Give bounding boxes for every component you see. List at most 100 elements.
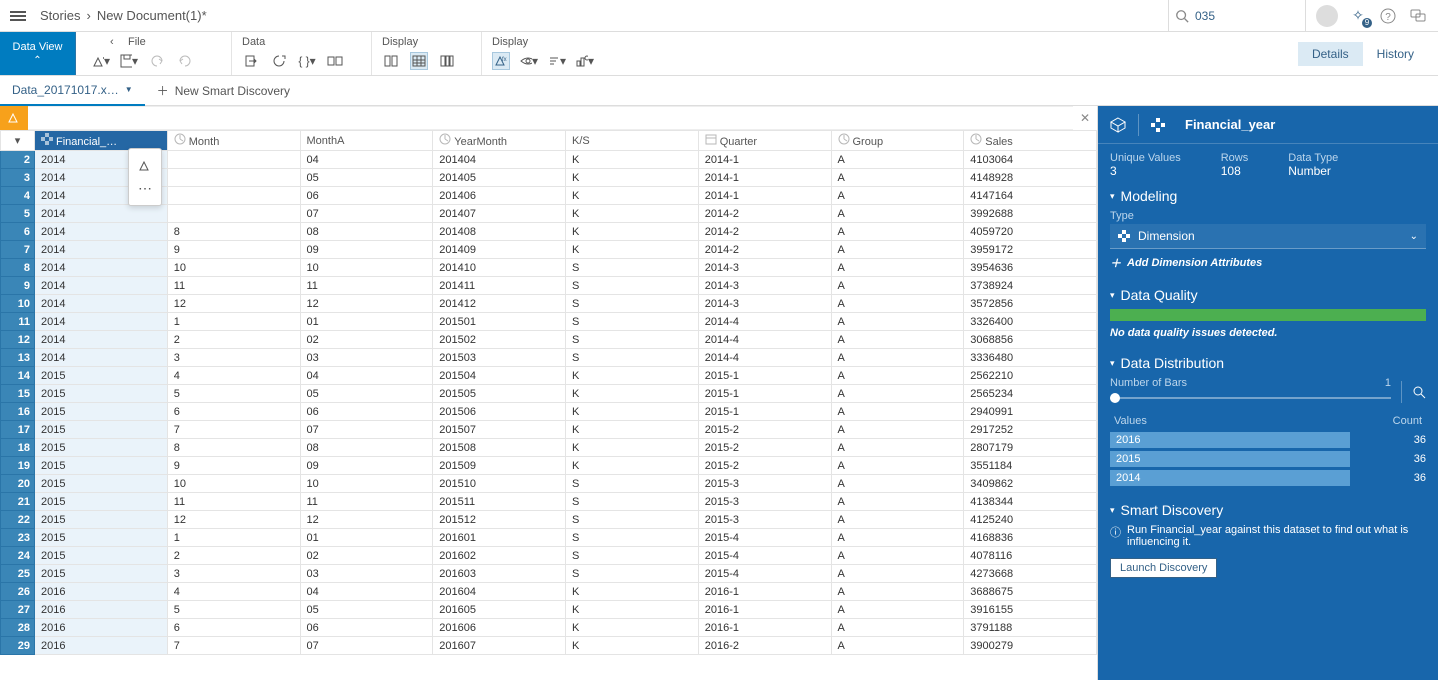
cell[interactable]: 201604 — [433, 583, 566, 601]
column-action-icon[interactable] — [129, 155, 161, 177]
cell[interactable]: 2 — [167, 331, 300, 349]
cell[interactable]: K — [566, 421, 699, 439]
cell[interactable]: 2917252 — [964, 421, 1097, 439]
dropdown-icon[interactable]: ▼ — [125, 85, 133, 94]
cell[interactable]: A — [831, 601, 964, 619]
cell[interactable]: 201412 — [433, 295, 566, 313]
cell[interactable] — [167, 205, 300, 223]
cell[interactable]: 4 — [167, 583, 300, 601]
cell[interactable]: 05 — [300, 385, 433, 403]
cell[interactable]: 02 — [300, 547, 433, 565]
cell[interactable]: 7 — [167, 421, 300, 439]
more-actions-icon[interactable]: ⋯ — [129, 177, 161, 199]
row-number[interactable]: 3 — [1, 169, 35, 187]
row-number[interactable]: 8 — [1, 259, 35, 277]
cell[interactable]: 02 — [300, 331, 433, 349]
cell[interactable]: A — [831, 511, 964, 529]
cell[interactable]: 2014-2 — [698, 223, 831, 241]
row-number[interactable]: 23 — [1, 529, 35, 547]
cell[interactable]: 09 — [300, 457, 433, 475]
data-view-tab[interactable]: Data View ⌃ — [0, 32, 76, 75]
search-input[interactable] — [1189, 9, 1299, 23]
cell[interactable]: A — [831, 187, 964, 205]
row-number[interactable]: 2 — [1, 151, 35, 169]
cell[interactable]: 08 — [300, 223, 433, 241]
cell[interactable]: A — [831, 223, 964, 241]
cell[interactable]: K — [566, 457, 699, 475]
refresh-icon[interactable] — [270, 52, 288, 70]
cell[interactable] — [167, 169, 300, 187]
cell[interactable]: 2015 — [35, 565, 168, 583]
cell[interactable]: A — [831, 439, 964, 457]
cell[interactable]: 3954636 — [964, 259, 1097, 277]
cell[interactable]: 8 — [167, 223, 300, 241]
row-number[interactable]: 14 — [1, 367, 35, 385]
cell[interactable]: 2014 — [35, 349, 168, 367]
chart-settings-icon[interactable]: ▾ — [576, 52, 594, 70]
row-number[interactable]: 29 — [1, 637, 35, 655]
cell[interactable]: 2014-1 — [698, 169, 831, 187]
cell[interactable]: A — [831, 385, 964, 403]
cell[interactable]: 03 — [300, 349, 433, 367]
cell[interactable]: 201409 — [433, 241, 566, 259]
cell[interactable]: K — [566, 619, 699, 637]
cell[interactable]: K — [566, 187, 699, 205]
row-number[interactable]: 19 — [1, 457, 35, 475]
cell[interactable]: K — [566, 637, 699, 655]
cell[interactable]: S — [566, 277, 699, 295]
cell[interactable]: S — [566, 313, 699, 331]
cell[interactable]: A — [831, 619, 964, 637]
cell[interactable]: 2015 — [35, 475, 168, 493]
cell[interactable]: 2015-1 — [698, 403, 831, 421]
cell[interactable]: 2014-3 — [698, 259, 831, 277]
formula-input[interactable] — [28, 106, 1073, 130]
cell[interactable]: 4 — [167, 367, 300, 385]
cell[interactable]: 04 — [300, 367, 433, 385]
cell[interactable]: 12 — [300, 295, 433, 313]
data-grid[interactable]: ⋯ ▾Financial_…MonthMonthAYearMonthK/SQua… — [0, 130, 1097, 680]
grid-view-icon[interactable] — [382, 52, 400, 70]
cell[interactable]: 2014-4 — [698, 313, 831, 331]
cell[interactable] — [167, 151, 300, 169]
cell[interactable]: A — [831, 367, 964, 385]
cell[interactable]: 201407 — [433, 205, 566, 223]
sort-icon[interactable]: ▾ — [548, 52, 566, 70]
cell[interactable]: S — [566, 475, 699, 493]
cell[interactable]: 201509 — [433, 457, 566, 475]
cell[interactable]: 6 — [167, 403, 300, 421]
cell[interactable]: 2014 — [35, 295, 168, 313]
cell[interactable]: 201512 — [433, 511, 566, 529]
cell[interactable]: 201405 — [433, 169, 566, 187]
cell[interactable]: 201505 — [433, 385, 566, 403]
notifications-icon[interactable]: ✧9 — [1348, 6, 1368, 26]
cell[interactable]: 2014 — [35, 331, 168, 349]
cell[interactable]: 1 — [167, 529, 300, 547]
cell[interactable]: 201602 — [433, 547, 566, 565]
save-icon[interactable]: ▾ — [120, 52, 138, 70]
cell[interactable]: 11 — [300, 493, 433, 511]
cell[interactable]: 3738924 — [964, 277, 1097, 295]
cell[interactable]: 3900279 — [964, 637, 1097, 655]
cell[interactable]: A — [831, 493, 964, 511]
cell[interactable]: 2014 — [35, 241, 168, 259]
bars-slider[interactable] — [1110, 397, 1391, 399]
cell[interactable]: 2015 — [35, 367, 168, 385]
smart-discovery-section[interactable]: Smart Discovery — [1110, 502, 1426, 518]
row-number[interactable]: 6 — [1, 223, 35, 241]
cell[interactable]: 8 — [167, 439, 300, 457]
col-header-YearMonth[interactable]: YearMonth — [433, 131, 566, 151]
details-tab[interactable]: Details — [1298, 42, 1363, 66]
breadcrumb-doc[interactable]: New Document(1)* — [97, 8, 207, 23]
cell[interactable]: K — [566, 223, 699, 241]
cell[interactable]: 201510 — [433, 475, 566, 493]
distribution-row[interactable]: 2015 36 — [1110, 451, 1426, 467]
col-header-Month[interactable]: Month — [167, 131, 300, 151]
row-number[interactable]: 7 — [1, 241, 35, 259]
cell[interactable]: 2016 — [35, 601, 168, 619]
cell[interactable]: 3992688 — [964, 205, 1097, 223]
cell[interactable]: 09 — [300, 241, 433, 259]
cell[interactable]: 2014-1 — [698, 187, 831, 205]
cell[interactable]: 7 — [167, 637, 300, 655]
cell[interactable]: S — [566, 547, 699, 565]
cell[interactable]: 201607 — [433, 637, 566, 655]
